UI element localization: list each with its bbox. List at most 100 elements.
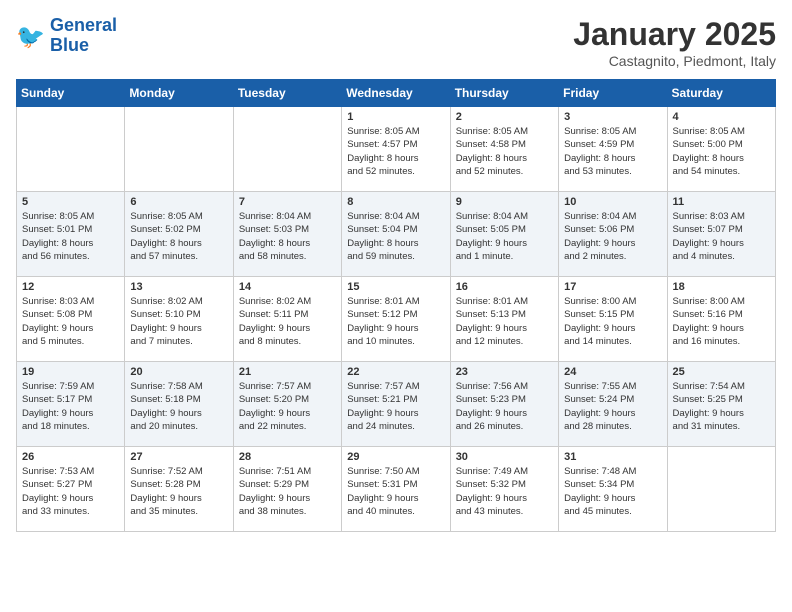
day-info: Sunrise: 7:54 AM Sunset: 5:25 PM Dayligh…: [673, 380, 770, 433]
calendar-cell: 9Sunrise: 8:04 AM Sunset: 5:05 PM Daylig…: [450, 192, 558, 277]
day-number: 29: [347, 451, 444, 463]
calendar-cell: 11 Sunrise: 8:03 AM Sunset: 5:07 PM Dayli…: [667, 192, 775, 277]
day-header-friday: Friday: [559, 80, 667, 107]
day-info: Sunrise: 7:55 AM Sunset: 5:24 PM Dayligh…: [564, 380, 661, 433]
day-info: Sunrise: 7:58 AM Sunset: 5:18 PM Dayligh…: [130, 380, 227, 433]
day-info: Sunrise: 8:01 AM Sunset: 5:13 PM Dayligh…: [456, 295, 553, 348]
calendar-cell: 1 Sunrise: 8:05 AM Sunset: 4:57 PM Daylig…: [342, 107, 450, 192]
day-info: Sunrise: 8:05 AM Sunset: 5:01 PM Dayligh…: [22, 210, 119, 263]
day-info: Sunrise: 7:57 AM Sunset: 5:21 PM Dayligh…: [347, 380, 444, 433]
day-info: Sunrise: 7:48 AM Sunset: 5:34 PM Dayligh…: [564, 465, 661, 518]
calendar-cell: 22Sunrise: 7:57 AM Sunset: 5:21 PM Dayli…: [342, 362, 450, 447]
day-number: 24: [564, 366, 661, 378]
day-info: Sunrise: 7:50 AM Sunset: 5:31 PM Dayligh…: [347, 465, 444, 518]
calendar-cell: [125, 107, 233, 192]
calendar-cell: 27 Sunrise: 7:52 AM Sunset: 5:28 PM Dayli…: [125, 447, 233, 532]
week-row-3: 12Sunrise: 8:03 AM Sunset: 5:08 PM Dayli…: [17, 277, 776, 362]
day-info: Sunrise: 7:52 AM Sunset: 5:28 PM Dayligh…: [130, 465, 227, 518]
calendar-cell: 28 Sunrise: 7:51 AM Sunset: 5:29 PM Dayli…: [233, 447, 341, 532]
logo-blue: Blue: [50, 35, 89, 55]
day-info: Sunrise: 7:57 AM Sunset: 5:20 PM Dayligh…: [239, 380, 336, 433]
calendar-cell: [667, 447, 775, 532]
day-info: Sunrise: 8:05 AM Sunset: 5:02 PM Dayligh…: [130, 210, 227, 263]
calendar-cell: 18 Sunrise: 8:00 AM Sunset: 5:16 PM Dayli…: [667, 277, 775, 362]
days-header-row: SundayMondayTuesdayWednesdayThursdayFrid…: [17, 80, 776, 107]
day-info: Sunrise: 8:02 AM Sunset: 5:10 PM Dayligh…: [130, 295, 227, 348]
day-header-monday: Monday: [125, 80, 233, 107]
day-number: 30: [456, 451, 553, 463]
location: Castagnito, Piedmont, Italy: [573, 53, 776, 69]
day-header-sunday: Sunday: [17, 80, 125, 107]
calendar-cell: 14Sunrise: 8:02 AM Sunset: 5:11 PM Dayli…: [233, 277, 341, 362]
calendar-cell: [17, 107, 125, 192]
day-info: Sunrise: 8:04 AM Sunset: 5:03 PM Dayligh…: [239, 210, 336, 263]
calendar-cell: 23 Sunrise: 7:56 AM Sunset: 5:23 PM Dayli…: [450, 362, 558, 447]
day-number: 31: [564, 451, 661, 463]
calendar-cell: 25 Sunrise: 7:54 AM Sunset: 5:25 PM Dayli…: [667, 362, 775, 447]
calendar-cell: 8Sunrise: 8:04 AM Sunset: 5:04 PM Daylig…: [342, 192, 450, 277]
week-row-1: 1 Sunrise: 8:05 AM Sunset: 4:57 PM Daylig…: [17, 107, 776, 192]
day-info: Sunrise: 8:00 AM Sunset: 5:15 PM Dayligh…: [564, 295, 661, 348]
day-header-tuesday: Tuesday: [233, 80, 341, 107]
calendar-cell: 26Sunrise: 7:53 AM Sunset: 5:27 PM Dayli…: [17, 447, 125, 532]
week-row-4: 19 Sunrise: 7:59 AM Sunset: 5:17 PM Dayli…: [17, 362, 776, 447]
day-number: 28: [239, 451, 336, 463]
day-info: Sunrise: 8:04 AM Sunset: 5:06 PM Dayligh…: [564, 210, 661, 263]
day-number: 17: [564, 281, 661, 293]
day-number: 13: [130, 281, 227, 293]
day-number: 11: [673, 196, 770, 208]
day-number: 5: [22, 196, 119, 208]
calendar-cell: [233, 107, 341, 192]
day-number: 3: [564, 111, 661, 123]
day-number: 6: [130, 196, 227, 208]
day-number: 21: [239, 366, 336, 378]
day-info: Sunrise: 7:59 AM Sunset: 5:17 PM Dayligh…: [22, 380, 119, 433]
logo-icon: 🐦: [16, 21, 46, 51]
calendar-cell: 5 Sunrise: 8:05 AM Sunset: 5:01 PM Daylig…: [17, 192, 125, 277]
day-number: 26: [22, 451, 119, 463]
calendar-cell: 4 Sunrise: 8:05 AM Sunset: 5:00 PM Daylig…: [667, 107, 775, 192]
day-info: Sunrise: 8:04 AM Sunset: 5:04 PM Dayligh…: [347, 210, 444, 263]
svg-text:🐦: 🐦: [16, 23, 45, 49]
calendar-cell: 10 Sunrise: 8:04 AM Sunset: 5:06 PM Dayli…: [559, 192, 667, 277]
calendar-cell: 12Sunrise: 8:03 AM Sunset: 5:08 PM Dayli…: [17, 277, 125, 362]
day-number: 15: [347, 281, 444, 293]
calendar-cell: 17 Sunrise: 8:00 AM Sunset: 5:15 PM Dayli…: [559, 277, 667, 362]
day-number: 9: [456, 196, 553, 208]
day-info: Sunrise: 8:02 AM Sunset: 5:11 PM Dayligh…: [239, 295, 336, 348]
day-info: Sunrise: 7:56 AM Sunset: 5:23 PM Dayligh…: [456, 380, 553, 433]
calendar-cell: 21 Sunrise: 7:57 AM Sunset: 5:20 PM Dayli…: [233, 362, 341, 447]
day-number: 2: [456, 111, 553, 123]
logo-general: General: [50, 15, 117, 35]
day-number: 12: [22, 281, 119, 293]
day-number: 23: [456, 366, 553, 378]
day-number: 19: [22, 366, 119, 378]
day-info: Sunrise: 7:49 AM Sunset: 5:32 PM Dayligh…: [456, 465, 553, 518]
day-info: Sunrise: 8:03 AM Sunset: 5:07 PM Dayligh…: [673, 210, 770, 263]
day-number: 10: [564, 196, 661, 208]
day-info: Sunrise: 8:00 AM Sunset: 5:16 PM Dayligh…: [673, 295, 770, 348]
calendar-cell: 20 Sunrise: 7:58 AM Sunset: 5:18 PM Dayli…: [125, 362, 233, 447]
title-block: January 2025 Castagnito, Piedmont, Italy: [573, 16, 776, 69]
calendar-cell: 29 Sunrise: 7:50 AM Sunset: 5:31 PM Dayli…: [342, 447, 450, 532]
week-row-2: 5 Sunrise: 8:05 AM Sunset: 5:01 PM Daylig…: [17, 192, 776, 277]
day-number: 18: [673, 281, 770, 293]
day-info: Sunrise: 8:05 AM Sunset: 5:00 PM Dayligh…: [673, 125, 770, 178]
day-number: 27: [130, 451, 227, 463]
day-info: Sunrise: 7:51 AM Sunset: 5:29 PM Dayligh…: [239, 465, 336, 518]
day-info: Sunrise: 8:05 AM Sunset: 4:57 PM Dayligh…: [347, 125, 444, 178]
page-header: 🐦 General Blue January 2025 Castagnito, …: [16, 16, 776, 69]
logo: 🐦 General Blue: [16, 16, 117, 56]
calendar-cell: 30 Sunrise: 7:49 AM Sunset: 5:32 PM Dayli…: [450, 447, 558, 532]
calendar-cell: 16Sunrise: 8:01 AM Sunset: 5:13 PM Dayli…: [450, 277, 558, 362]
day-header-wednesday: Wednesday: [342, 80, 450, 107]
day-number: 20: [130, 366, 227, 378]
day-header-saturday: Saturday: [667, 80, 775, 107]
week-row-5: 26Sunrise: 7:53 AM Sunset: 5:27 PM Dayli…: [17, 447, 776, 532]
calendar-cell: 15 Sunrise: 8:01 AM Sunset: 5:12 PM Dayli…: [342, 277, 450, 362]
day-number: 4: [673, 111, 770, 123]
calendar-cell: 13 Sunrise: 8:02 AM Sunset: 5:10 PM Dayli…: [125, 277, 233, 362]
day-info: Sunrise: 8:01 AM Sunset: 5:12 PM Dayligh…: [347, 295, 444, 348]
day-number: 25: [673, 366, 770, 378]
day-number: 1: [347, 111, 444, 123]
